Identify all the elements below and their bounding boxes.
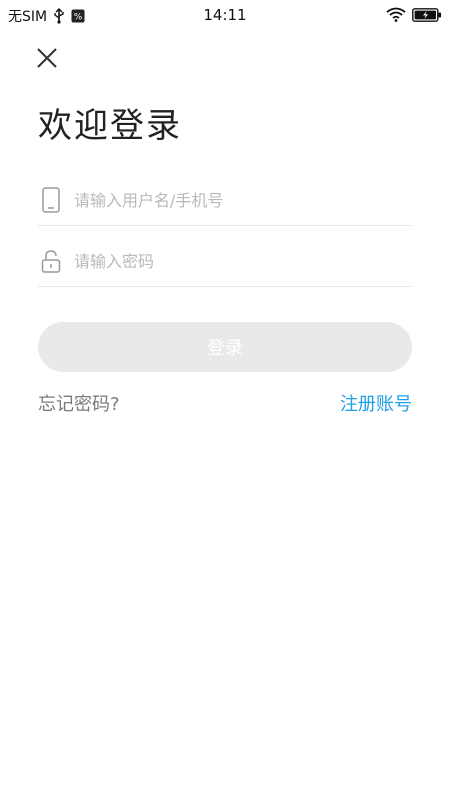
password-field <box>38 238 412 287</box>
login-screen: 无SIM % 14:11 欢迎登录 请输入用户名/手机号 登录 忘记密码? 注册… <box>0 0 450 800</box>
lock-icon <box>40 248 62 274</box>
status-time: 14:11 <box>203 6 247 24</box>
username-field <box>38 177 412 226</box>
battery-charging-icon <box>412 7 442 26</box>
page-title: 欢迎登录 <box>38 106 182 146</box>
login-button[interactable]: 登录 <box>38 322 412 372</box>
password-input[interactable] <box>74 246 404 276</box>
forgot-password-link[interactable]: 忘记密码? <box>38 390 120 416</box>
phone-icon <box>40 187 62 213</box>
status-bar: 无SIM % 14:11 <box>0 0 450 30</box>
status-right <box>386 7 442 26</box>
close-button[interactable] <box>34 45 60 71</box>
register-account-link[interactable]: 注册账号 <box>340 390 412 416</box>
wifi-icon <box>386 7 406 26</box>
username-input[interactable] <box>74 185 404 215</box>
close-icon <box>37 48 57 68</box>
